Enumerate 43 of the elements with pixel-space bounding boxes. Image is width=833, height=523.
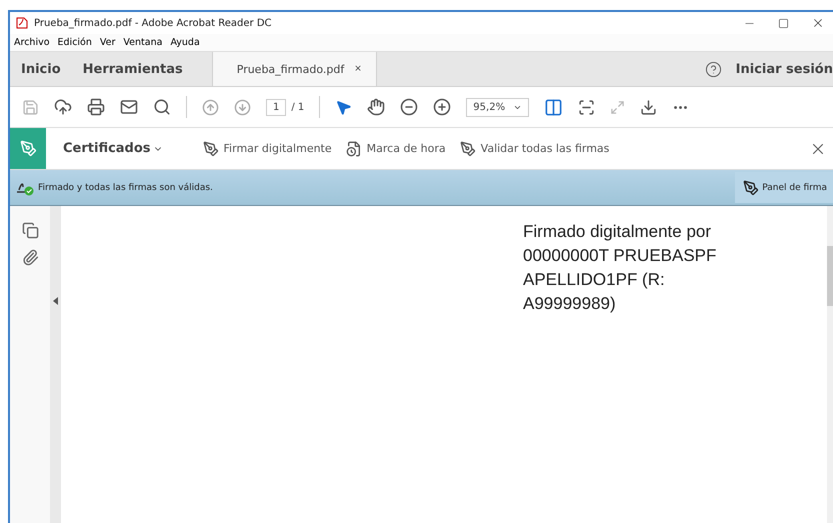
menu-item[interactable]: Archivo [14, 37, 50, 48]
pdf-icon [16, 17, 28, 29]
certificates-menu[interactable]: Certificados [63, 141, 163, 156]
pen-icon [20, 140, 36, 157]
paperclip-icon[interactable] [22, 249, 38, 266]
sign-in-link[interactable]: Iniciar sesión [736, 62, 833, 76]
help-icon[interactable] [704, 60, 722, 78]
menu-item[interactable]: Ayuda [170, 37, 200, 48]
tab-label: Prueba_firmado.pdf [236, 62, 344, 76]
nav-tab[interactable]: Inicio [10, 52, 72, 86]
pen-icon [202, 140, 219, 156]
nav-tab[interactable]: Herramientas [72, 52, 194, 86]
signature-text: Firmado digitalmente por 00000000T PRUEBASPF APELLIDO1PF (R: A99999989) [523, 221, 718, 315]
status-message: Firmado y todas las firmas son válidas. [38, 182, 213, 192]
hand-icon[interactable] [367, 98, 386, 116]
pen-icon [460, 140, 476, 156]
zoom-in-icon[interactable] [433, 98, 452, 116]
menu-item[interactable]: Edición [58, 37, 92, 48]
pages-icon[interactable] [22, 222, 38, 239]
cursor-icon[interactable] [335, 98, 352, 116]
page-total: / 1 [291, 102, 304, 112]
zoom-field[interactable]: 95,2% [466, 98, 530, 116]
window-title: Prueba_firmado.pdf - Adobe Acrobat Reader DC [34, 18, 272, 28]
document-tab[interactable]: Prueba_firmado.pdf × [212, 52, 377, 86]
upload-icon[interactable] [54, 98, 72, 116]
print-icon[interactable] [87, 98, 105, 116]
tab-close[interactable]: × [354, 64, 362, 74]
page-number-field[interactable]: 1 [266, 98, 286, 116]
search-icon[interactable] [153, 98, 171, 116]
certificate-tool-icon[interactable] [10, 128, 46, 169]
toolbar-action[interactable]: Marca de hora [366, 142, 446, 155]
menu-item[interactable]: Ver [100, 37, 116, 48]
collapse-arrow-icon[interactable] [53, 296, 58, 304]
mail-icon[interactable] [120, 98, 138, 116]
zoom-out-icon[interactable] [400, 98, 418, 116]
toolbar-action[interactable]: Validar todas las firmas [480, 142, 610, 155]
maximize-icon[interactable] [778, 18, 789, 28]
toolbar-action[interactable]: Firmar digitalmente [224, 142, 332, 155]
signature-panel-button[interactable]: Panel de firma [735, 172, 833, 203]
scrollbar[interactable] [827, 206, 833, 523]
menu-item[interactable]: Ventana [123, 37, 162, 48]
pen-icon [743, 180, 760, 196]
document-clock-icon [346, 140, 362, 156]
